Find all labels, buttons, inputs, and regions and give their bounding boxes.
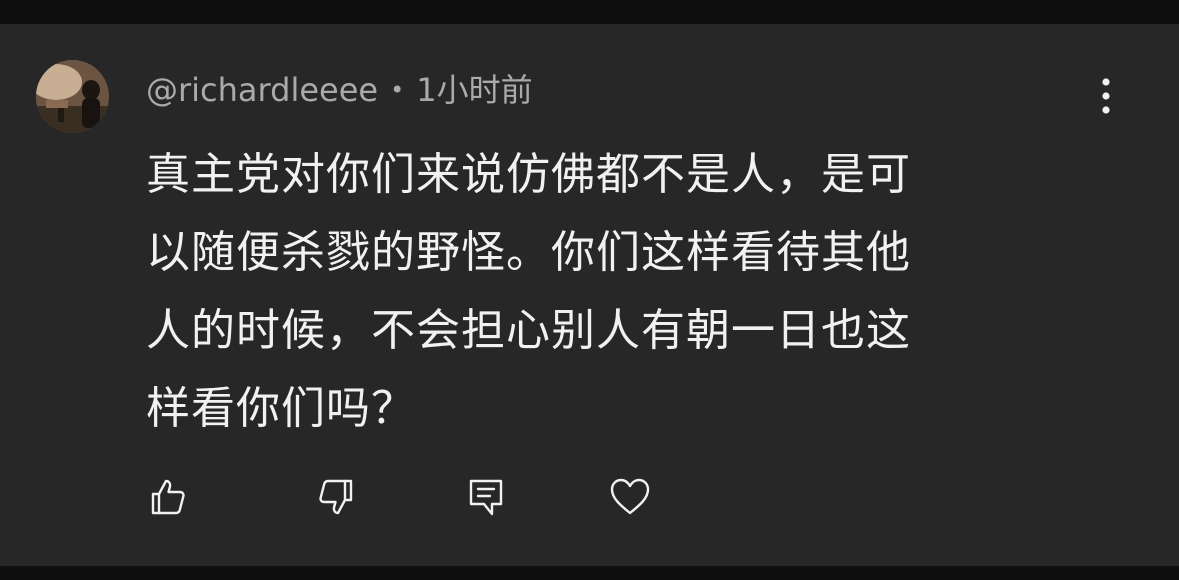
heart-icon: [610, 478, 650, 515]
like-button[interactable]: [143, 472, 193, 522]
comment-action-bar: [0, 472, 1179, 522]
meta-separator: •: [390, 76, 405, 104]
reply-icon: [469, 479, 503, 516]
avatar-image: [36, 60, 109, 133]
comment-text-line: 样看你们吗？: [146, 383, 416, 434]
comment-text-line: 以随便杀戮的野怪。你们这样看待其他: [146, 227, 911, 278]
reply-button[interactable]: [461, 472, 511, 522]
heart-button[interactable]: [605, 472, 655, 522]
more-vertical-icon: [1102, 78, 1110, 114]
comment-meta: @richardleeee • 1小时前: [146, 68, 533, 112]
comment-card: @richardleeee • 1小时前 真主党对你们来说仿佛都不是人，是可 以…: [0, 24, 1179, 566]
thumbs-up-icon: [151, 479, 185, 515]
author-name[interactable]: @richardleeee: [146, 68, 378, 112]
comment-text: 真主党对你们来说仿佛都不是人，是可 以随便杀戮的野怪。你们这样看待其他 人的时候…: [146, 136, 1096, 448]
comment-timestamp[interactable]: 1小时前: [416, 68, 532, 112]
more-options-button[interactable]: [1088, 74, 1124, 118]
comment-text-line: 人的时候，不会担心别人有朝一日也这: [146, 305, 911, 356]
thumbs-down-icon: [319, 479, 353, 515]
dislike-button[interactable]: [311, 472, 361, 522]
avatar[interactable]: [36, 60, 109, 133]
comment-text-line: 真主党对你们来说仿佛都不是人，是可: [146, 149, 911, 200]
